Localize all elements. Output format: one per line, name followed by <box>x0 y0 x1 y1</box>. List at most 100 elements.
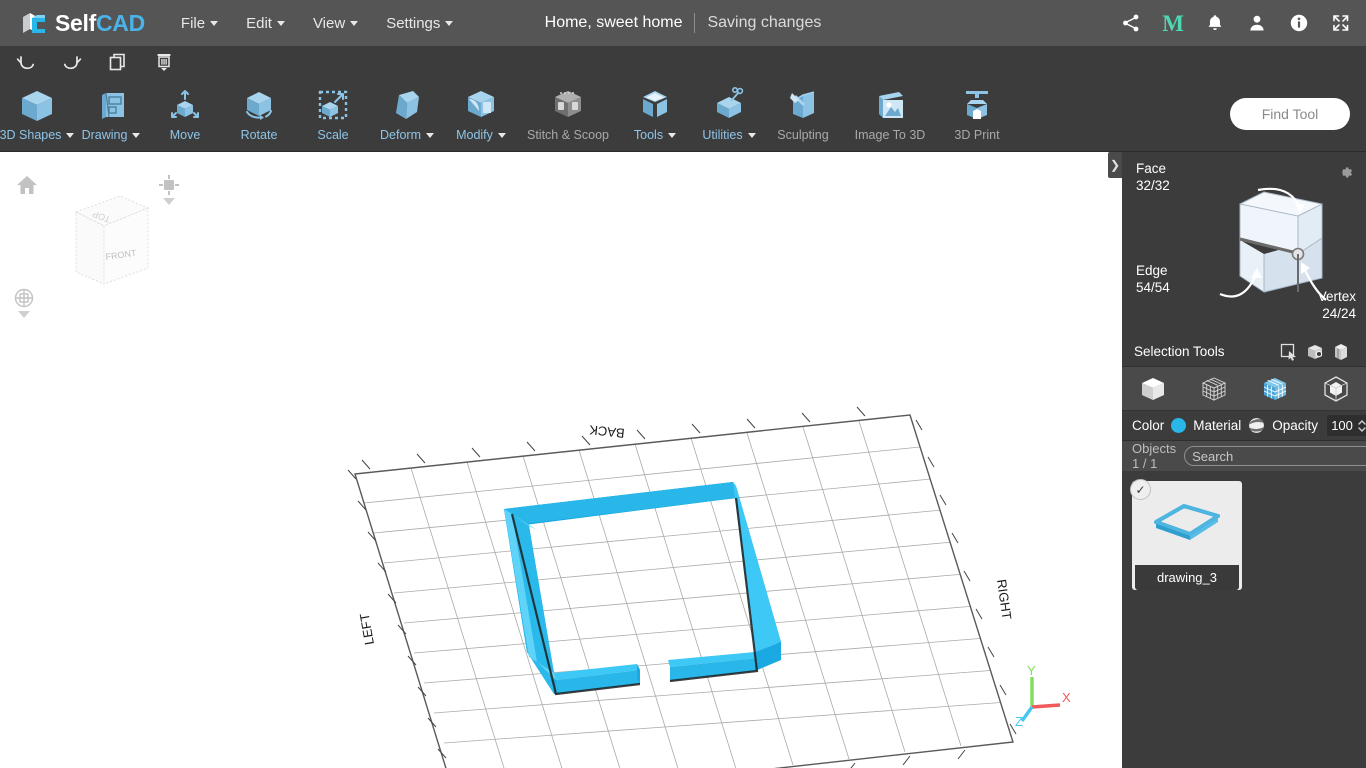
fullscreen-icon[interactable] <box>1330 12 1352 34</box>
material-sphere-icon[interactable] <box>1248 417 1265 434</box>
face-label: Face <box>1136 161 1167 176</box>
box-select-icon[interactable] <box>1302 341 1328 363</box>
objects-panel-header: Objects 1 / 1 <box>1122 441 1366 471</box>
ribbon-tool-image-to-3d[interactable]: Image To 3D <box>840 82 940 142</box>
vertex-value: 24/24 <box>1322 306 1356 321</box>
grid-border <box>354 414 1014 768</box>
opacity-stepper[interactable] <box>1327 415 1366 436</box>
ribbon-tool-scale[interactable]: Scale <box>296 82 370 142</box>
3d-print-icon <box>957 86 997 126</box>
ribbon-tool-utilities[interactable]: Utilities <box>692 82 766 142</box>
sculpting-icon <box>783 86 823 126</box>
ribbon-tool-3d-print[interactable]: 3D Print <box>940 82 1014 142</box>
opacity-input[interactable] <box>1327 418 1358 433</box>
ribbon-tool-drawing[interactable]: Drawing <box>74 82 148 142</box>
undo-icon[interactable] <box>14 50 38 74</box>
save-status: Saving changes <box>707 14 822 31</box>
top-right-icons: M <box>1120 0 1352 46</box>
chevron-down-icon <box>18 311 30 318</box>
main-ribbon: 3D Shapes Drawing Move Rotate Scale Defo… <box>0 78 1366 152</box>
ribbon-label-stitch-and-scoop: Stitch & Scoop <box>527 128 609 142</box>
selection-settings-gear-icon[interactable] <box>1337 164 1354 186</box>
stitch-scoop-icon <box>548 86 588 126</box>
face-stat: Face 32/32 <box>1136 160 1170 194</box>
menu-label-settings: Settings <box>386 14 441 32</box>
objects-count-label: Objects 1 / 1 <box>1132 441 1177 471</box>
rotate-icon <box>239 86 279 126</box>
ribbon-tool-tools[interactable]: Tools <box>618 82 692 142</box>
orbit-pan-icon[interactable] <box>13 287 35 318</box>
menu-label-file: File <box>180 14 206 32</box>
axis-label-y: Y <box>1027 665 1036 678</box>
home-view-icon[interactable] <box>16 174 38 201</box>
delete-trash-icon[interactable] <box>152 50 176 74</box>
chevron-down-icon <box>445 21 454 27</box>
ribbon-tool-modify[interactable]: Modify <box>444 82 518 142</box>
selfcad-cube-logo-icon <box>20 9 48 37</box>
ribbon-label-drawing: Drawing <box>81 128 128 142</box>
ribbon-tool-stitch-and-scoop[interactable]: Stitch & Scoop <box>518 82 618 142</box>
grid-view-icon[interactable] <box>1255 372 1295 406</box>
copy-icon[interactable] <box>106 50 130 74</box>
grid-label-left: LEFT <box>357 612 377 646</box>
menu-item-settings[interactable]: Settings <box>374 9 465 38</box>
material-label: Material <box>1193 418 1242 433</box>
view-mode-row <box>1122 367 1366 411</box>
right-panel: Face 32/32 Edge 54/54 Vertex 24/24 Selec… <box>1122 152 1366 768</box>
ribbon-tool-move[interactable]: Move <box>148 82 222 142</box>
ribbon-label-move: Move <box>169 128 201 142</box>
ribbon-label-utilities: Utilities <box>702 128 743 142</box>
drawing-icon <box>91 86 131 126</box>
top-menu-bar: SelfCAD File Edit View Settings Home, sw… <box>0 0 1366 46</box>
ribbon-label-sculpting: Sculpting <box>777 128 829 142</box>
opacity-spinner-arrows[interactable] <box>1357 418 1366 434</box>
image-to-3d-icon <box>870 86 910 126</box>
square-frame-thumb-icon <box>1154 504 1220 540</box>
menu-item-view[interactable]: View <box>301 9 370 38</box>
objects-search-input[interactable] <box>1192 448 1366 464</box>
objects-search[interactable] <box>1184 446 1366 466</box>
ribbon-label-rotate: Rotate <box>240 128 278 142</box>
user-account-icon[interactable] <box>1246 12 1268 34</box>
ribbon-tool-deform[interactable]: Deform <box>370 82 444 142</box>
transparent-view-icon[interactable] <box>1316 372 1356 406</box>
ribbon-tool-3d-shapes[interactable]: 3D Shapes <box>0 82 75 142</box>
deform-icon <box>387 86 427 126</box>
share-icon[interactable] <box>1120 12 1142 34</box>
scale-icon <box>313 86 353 126</box>
wireframe-view-icon[interactable] <box>1194 372 1234 406</box>
3d-viewport[interactable]: BACK FRONT LEFT RIGHT <box>0 152 1122 768</box>
panel-collapse-toggle[interactable]: ❯ <box>1108 152 1122 178</box>
find-tool-input[interactable] <box>1230 98 1350 130</box>
document-name[interactable]: Home, sweet home <box>545 14 683 32</box>
object-selected-check-icon[interactable]: ✓ <box>1130 479 1151 500</box>
chevron-down-icon <box>350 21 359 27</box>
selection-box-diagram <box>1198 182 1330 307</box>
selfcad-app: SelfCAD File Edit View Settings Home, sw… <box>0 0 1366 768</box>
menu-item-edit[interactable]: Edit <box>234 9 297 38</box>
rectangle-select-icon[interactable] <box>1276 341 1302 363</box>
menu-item-file[interactable]: File <box>169 9 230 38</box>
ribbon-label-modify: Modify <box>456 128 493 142</box>
brand-logo-area[interactable]: SelfCAD <box>20 9 145 37</box>
myminifactory-logo-icon[interactable]: M <box>1162 12 1184 35</box>
edge-label: Edge <box>1136 263 1168 278</box>
navigation-cube[interactable]: TOP FRONT <box>58 180 158 295</box>
face-value: 32/32 <box>1136 178 1170 193</box>
view-preset-icon[interactable] <box>158 174 180 205</box>
ribbon-tool-sculpting[interactable]: Sculpting <box>766 82 840 142</box>
selection-tools-row: Selection Tools <box>1122 337 1366 367</box>
notifications-bell-icon[interactable] <box>1204 12 1226 34</box>
chevron-down-icon <box>747 133 756 139</box>
color-swatch[interactable] <box>1171 418 1187 433</box>
ground-grid <box>355 415 1013 768</box>
selection-tools-label: Selection Tools <box>1134 344 1225 359</box>
redo-icon[interactable] <box>60 50 84 74</box>
lasso-select-icon[interactable] <box>1328 341 1354 363</box>
title-divider <box>694 13 696 33</box>
brand-text: SelfCAD <box>55 10 145 37</box>
ribbon-tool-rotate[interactable]: Rotate <box>222 82 296 142</box>
object-card-drawing-3[interactable]: ✓ drawing_3 <box>1130 479 1242 590</box>
info-icon[interactable] <box>1288 12 1310 34</box>
solid-view-icon[interactable] <box>1133 372 1173 406</box>
